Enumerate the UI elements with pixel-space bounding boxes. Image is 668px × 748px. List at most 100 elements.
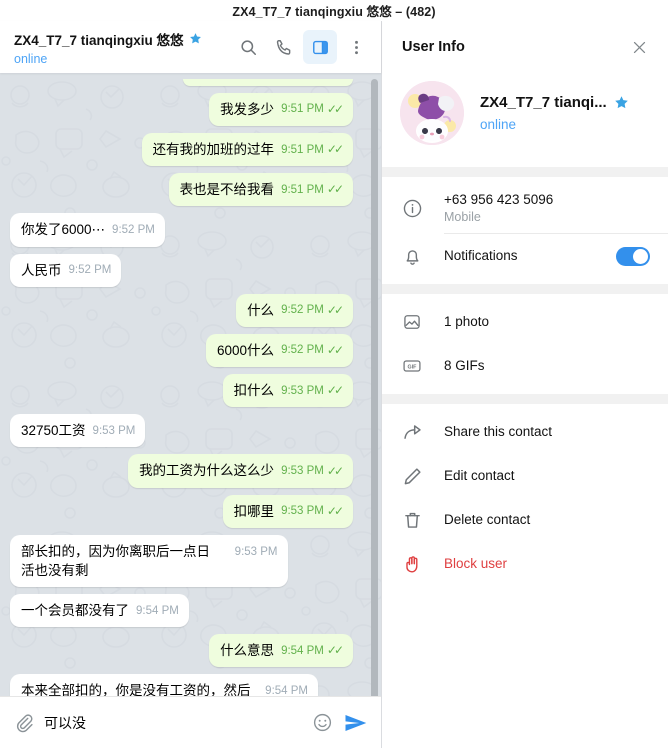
read-receipt-icon: ✓✓ xyxy=(326,343,344,358)
message-time: 9:53 PM xyxy=(92,425,136,438)
read-receipt-icon: ✓✓ xyxy=(326,142,344,157)
chat-scrollbar[interactable] xyxy=(371,79,378,696)
message-bubble[interactable]: 你发了6000⋯ 9:52 PM xyxy=(10,213,165,247)
avatar[interactable] xyxy=(400,81,464,145)
message-meta: 9:54 PM xyxy=(265,683,308,696)
message-meta: 9:52 PM xyxy=(69,262,112,279)
message-time: 9:53 PM xyxy=(281,464,324,477)
media-row-photo[interactable]: 1 photo xyxy=(382,300,668,344)
notifications-row[interactable]: Notifications xyxy=(382,234,668,278)
send-icon[interactable] xyxy=(343,710,369,736)
window-titlebar: ZX4_T7_7 tianqingxiu 悠悠 – (482) xyxy=(0,0,668,21)
message-text: 扣什么 xyxy=(233,383,275,399)
message-row: 9:54 PM本来全部扣的，你是没有工资的，然后老大帮你争取了一半·～ xyxy=(10,674,365,696)
message-bubble[interactable]: 什么 9:52 PM ✓✓ xyxy=(236,293,353,327)
message-text: 6000什么 xyxy=(217,342,275,358)
message-time: 9:52 PM xyxy=(281,304,324,317)
message-text: 我发多少 xyxy=(220,102,275,117)
message-row: 什么 9:52 PM ✓✓ xyxy=(10,293,365,327)
message-time: 9:53 PM xyxy=(281,384,324,397)
message-time: 9:52 PM xyxy=(68,264,112,277)
message-meta: 9:51 PM ✓✓ xyxy=(281,101,344,119)
media-row-gif[interactable]: GIF 8 GIFs xyxy=(382,344,668,388)
action-edit-contact[interactable]: Edit contact xyxy=(382,454,668,498)
row-label: 1 photo xyxy=(444,314,490,329)
message-time: 9:51 PM xyxy=(281,103,324,116)
message-bubble-clipped[interactable] xyxy=(183,79,353,86)
action-share-this-contact[interactable]: Share this contact xyxy=(382,410,668,454)
message-row: 一个会员都没有了 9:54 PM xyxy=(10,594,365,628)
notifications-label: Notifications xyxy=(444,248,518,263)
chat-message-area[interactable]: 我发多少 9:51 PM ✓✓ 还有我的加班的过年 9:51 PM ✓✓ 表也是不给我看 9:… xyxy=(0,73,381,696)
message-bubble[interactable]: 表也是不给我看 9:51 PM ✓✓ xyxy=(168,173,353,207)
message-row: 人民币 9:52 PM xyxy=(10,253,365,287)
message-input[interactable] xyxy=(44,714,302,731)
message-time: 9:51 PM xyxy=(281,183,324,196)
message-composer xyxy=(0,696,381,748)
message-bubble[interactable]: 人民币 9:52 PM xyxy=(10,253,122,287)
section-divider xyxy=(382,167,668,177)
message-bubble[interactable]: 32750工资 9:53 PM xyxy=(10,414,146,448)
message-row: 6000什么 9:52 PM ✓✓ xyxy=(10,333,365,368)
gif-icon: GIF xyxy=(402,356,444,376)
message-time: 9:51 PM xyxy=(281,143,324,156)
actions-block: Share this contact Edit contact Delete con… xyxy=(382,404,668,592)
message-row: 我发多少 9:51 PM ✓✓ xyxy=(10,93,365,127)
media-block: 1 photo GIF 8 GIFs xyxy=(382,294,668,394)
read-receipt-icon: ✓✓ xyxy=(326,302,344,317)
message-bubble[interactable]: 什么意思 9:54 PM ✓✓ xyxy=(209,634,353,668)
message-row: 你发了6000⋯ 9:52 PM xyxy=(10,213,365,247)
chat-header-text[interactable]: ZX4_T7_7 tianqingxiu 悠悠 online xyxy=(14,29,231,66)
chat-header-actions xyxy=(231,30,373,64)
message-time: 9:53 PM xyxy=(281,505,324,518)
message-row: 扣什么 9:53 PM ✓✓ xyxy=(10,374,365,408)
paperclip-icon[interactable] xyxy=(14,713,34,733)
message-bubble[interactable]: 扣什么 9:53 PM ✓✓ xyxy=(222,374,353,408)
user-profile-status: online xyxy=(480,117,517,132)
message-row: 扣哪里 9:53 PM ✓✓ xyxy=(10,494,365,528)
window-title: ZX4_T7_7 tianqingxiu 悠悠 – (482) xyxy=(232,5,436,19)
row-label: Share this contact xyxy=(444,424,553,439)
action-block-user[interactable]: Block user xyxy=(382,542,668,586)
notifications-toggle[interactable] xyxy=(616,246,650,266)
more-options-icon[interactable] xyxy=(339,30,373,64)
contact-phone-row[interactable]: +63 956 423 5096 Mobile xyxy=(382,183,668,233)
search-icon[interactable] xyxy=(231,30,265,64)
info-icon xyxy=(402,198,444,219)
message-row: 什么意思 9:54 PM ✓✓ xyxy=(10,634,365,668)
message-bubble[interactable]: 我的工资为什么这么少 9:53 PM ✓✓ xyxy=(128,454,353,488)
contact-phone-label: Mobile xyxy=(444,210,481,224)
message-bubble[interactable]: 还有我的加班的过年 9:51 PM ✓✓ xyxy=(141,133,353,167)
phone-icon[interactable] xyxy=(267,30,301,64)
message-bubble[interactable]: 6000什么 9:52 PM ✓✓ xyxy=(206,333,353,368)
message-row: 9:53 PM 部长扣的，因为你离职后一点日活也没有剩 xyxy=(10,534,365,588)
hand-icon xyxy=(402,554,444,575)
app-container: ZX4_T7_7 tianqingxiu 悠悠 online 我发多少 9:51… xyxy=(0,21,668,748)
row-label: 8 GIFs xyxy=(444,358,485,373)
message-meta: 9:53 PM xyxy=(235,544,278,561)
action-delete-contact[interactable]: Delete contact xyxy=(382,498,668,542)
message-time: 9:54 PM xyxy=(281,644,324,657)
message-text: 人民币 xyxy=(21,262,62,278)
message-bubble[interactable]: 扣哪里 9:53 PM ✓✓ xyxy=(222,494,353,528)
message-row: 表也是不给我看 9:51 PM ✓✓ xyxy=(10,173,365,207)
message-meta: 9:52 PM xyxy=(112,222,155,239)
message-bubble[interactable]: 一个会员都没有了 9:54 PM xyxy=(10,594,189,628)
message-text: 我的工资为什么这么少 xyxy=(139,463,275,479)
user-profile[interactable]: ZX4_T7_7 tianqi... online xyxy=(382,73,668,167)
message-time: 9:54 PM xyxy=(265,685,308,696)
share-icon xyxy=(402,422,444,443)
message-text: 表也是不给我看 xyxy=(179,182,275,198)
message-row: 我的工资为什么这么少 9:53 PM ✓✓ xyxy=(10,454,365,488)
smiley-icon[interactable] xyxy=(312,712,333,733)
message-text: 什么意思 xyxy=(220,643,275,659)
read-receipt-icon: ✓✓ xyxy=(326,643,344,658)
read-receipt-icon: ✓✓ xyxy=(326,503,344,518)
close-icon[interactable] xyxy=(624,32,654,62)
message-bubble[interactable]: 我发多少 9:51 PM ✓✓ xyxy=(209,93,353,127)
message-bubble[interactable]: 9:53 PM 部长扣的，因为你离职后一点日活也没有剩 xyxy=(10,534,288,588)
section-divider xyxy=(382,394,668,404)
message-bubble[interactable]: 9:54 PM本来全部扣的，你是没有工资的，然后老大帮你争取了一半·～ xyxy=(10,674,318,696)
toggle-info-panel-icon[interactable] xyxy=(303,30,337,64)
message-meta: 9:53 PM xyxy=(93,423,136,440)
